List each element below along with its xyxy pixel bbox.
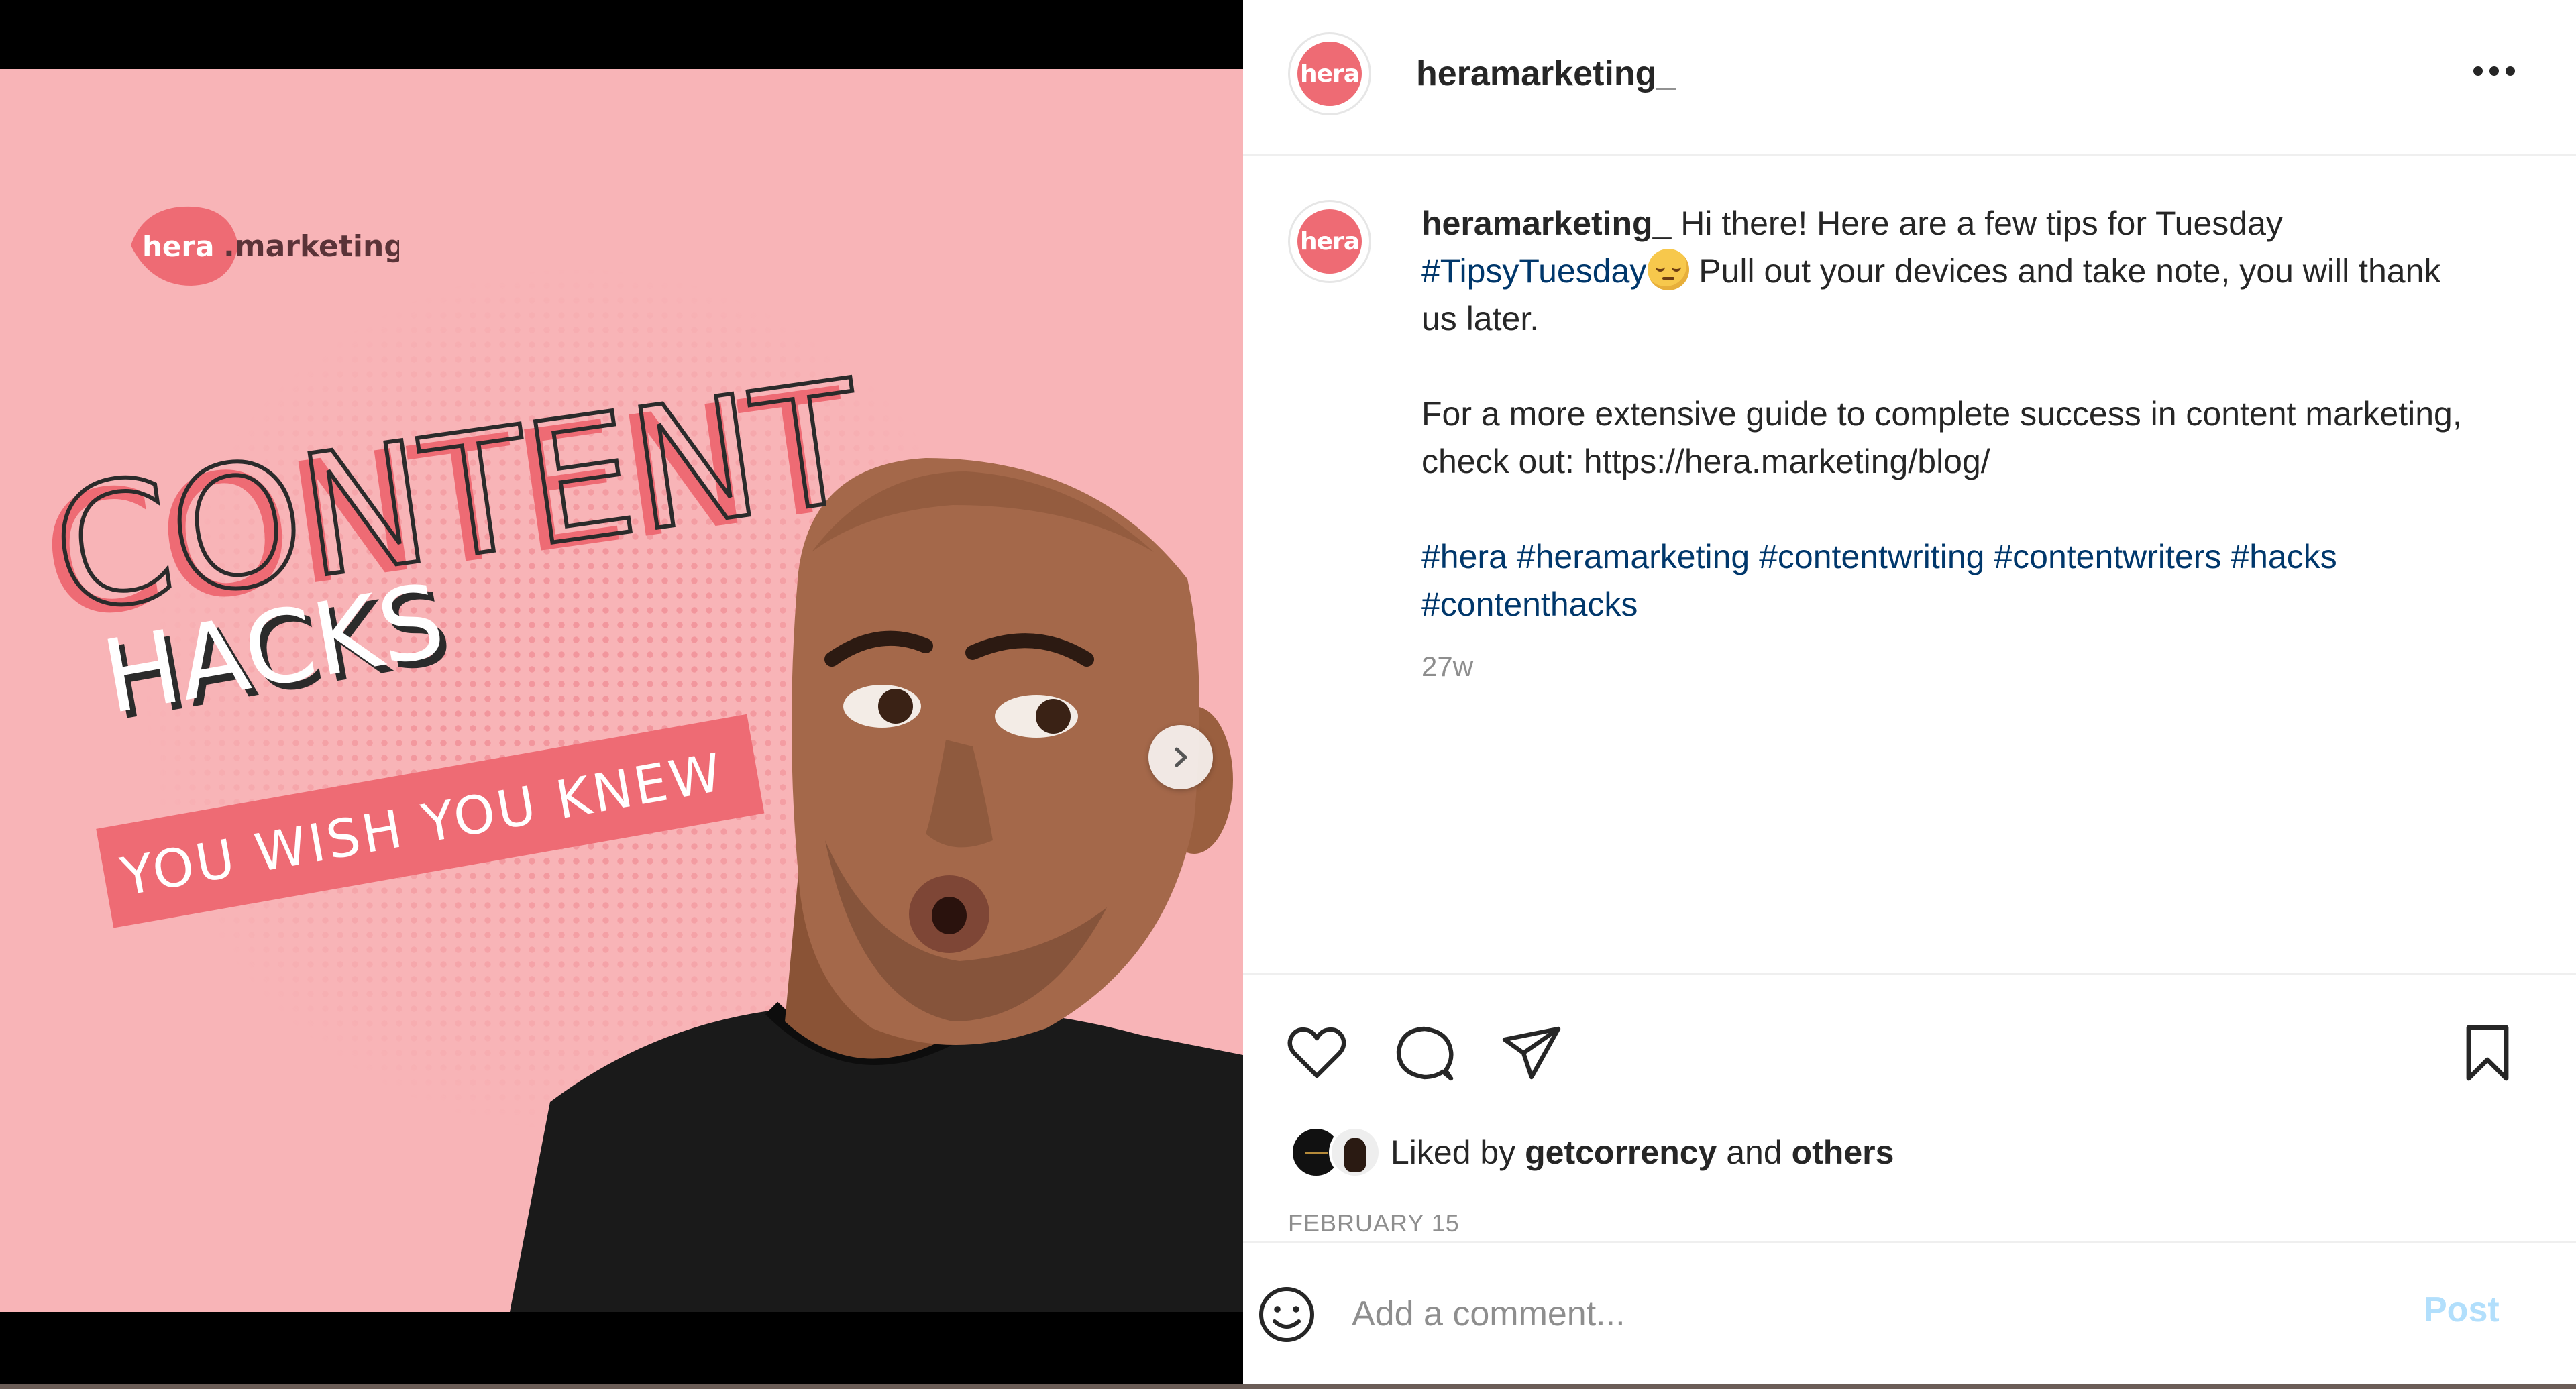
more-dot xyxy=(2506,66,2515,76)
comment-composer: Post xyxy=(1243,1241,2576,1384)
headline-graphic: CONTENT CONTENT HACKS HACKS YOU WISH YOU… xyxy=(31,342,875,928)
hashtag-link[interactable]: #heramarketing xyxy=(1517,538,1750,575)
post-comment-button[interactable]: Post xyxy=(2424,1290,2500,1330)
avatar[interactable] xyxy=(1329,1126,1381,1178)
window-bottom-edge xyxy=(0,1384,2576,1389)
smiley-icon xyxy=(1259,1287,1314,1342)
liked-by-user[interactable]: getcorrency xyxy=(1525,1133,1717,1171)
post-media: hera .marketing CONTENT CONTENT HACKS HA… xyxy=(0,0,1243,1389)
hashtag-link[interactable]: #hera xyxy=(1421,538,1507,575)
avatar[interactable]: hera xyxy=(1288,32,1371,115)
hashtag-link[interactable]: #TipsyTuesday xyxy=(1421,252,1646,290)
liked-by-others[interactable]: others xyxy=(1792,1133,1894,1171)
caption-paragraph: For a more extensive guide to complete s… xyxy=(1421,395,2462,480)
post-actions: Liked by getcorrency and others FEBRUARY… xyxy=(1243,973,2576,1241)
caption-username[interactable]: heramarketing_ xyxy=(1421,205,1671,242)
post-age[interactable]: 27w xyxy=(1421,651,1473,683)
liked-by-mid: and xyxy=(1717,1133,1792,1171)
hashtag-link[interactable]: #hacks xyxy=(2231,538,2337,575)
more-dot xyxy=(2489,66,2499,76)
like-button[interactable] xyxy=(1280,1016,1354,1090)
post-caption: heramarketing_ Hi there! Here are a few … xyxy=(1421,200,2468,628)
post-author-username[interactable]: heramarketing_ xyxy=(1416,54,1676,94)
comment-input[interactable] xyxy=(1350,1283,2326,1345)
post-header: hera heramarketing_ xyxy=(1243,0,2576,156)
comment-button[interactable] xyxy=(1387,1016,1461,1090)
more-options-button[interactable] xyxy=(2464,58,2524,85)
avatar-logo: hera xyxy=(1297,42,1362,106)
carousel-next-button[interactable] xyxy=(1148,725,1213,789)
carousel-slide[interactable]: hera .marketing CONTENT CONTENT HACKS HA… xyxy=(0,69,1243,1312)
heart-icon xyxy=(1287,1027,1346,1078)
avatar-logo: hera xyxy=(1297,209,1362,274)
post-side-panel: hera heramarketing_ hera heramarketing_ … xyxy=(1243,0,2576,1384)
chevron-right-icon xyxy=(1175,747,1187,767)
caption-avatar[interactable]: hera xyxy=(1288,200,1371,283)
liked-by-prefix: Liked by xyxy=(1391,1133,1525,1171)
hashtag-link[interactable]: #contentwriting xyxy=(1759,538,1984,575)
emoji-picker-button[interactable] xyxy=(1250,1278,1324,1351)
post-date[interactable]: FEBRUARY 15 xyxy=(1288,1209,1460,1237)
more-dot xyxy=(2473,66,2483,76)
relieved-face-emoji-icon xyxy=(1648,249,1690,290)
headline-line1: CONTENT xyxy=(42,344,873,651)
hashtag-link[interactable]: #contentwriters xyxy=(1994,538,2221,575)
comment-icon xyxy=(1396,1026,1454,1081)
share-button[interactable] xyxy=(1495,1016,1568,1090)
save-button[interactable] xyxy=(2451,1016,2524,1090)
likes-summary: Liked by getcorrency and others xyxy=(1290,1122,1894,1182)
caption-hashtags: #hera #heramarketing #contentwriting #co… xyxy=(1421,533,2468,628)
caption-section: hera heramarketing_ Hi there! Here are a… xyxy=(1243,156,2576,973)
share-icon xyxy=(1502,1026,1561,1080)
caption-text: Hi there! Here are a few tips for Tuesda… xyxy=(1671,205,2283,242)
bookmark-icon xyxy=(2466,1025,2509,1081)
liked-by-text: Liked by getcorrency and others xyxy=(1391,1133,1894,1172)
hashtag-link[interactable]: #contenthacks xyxy=(1421,586,1638,623)
